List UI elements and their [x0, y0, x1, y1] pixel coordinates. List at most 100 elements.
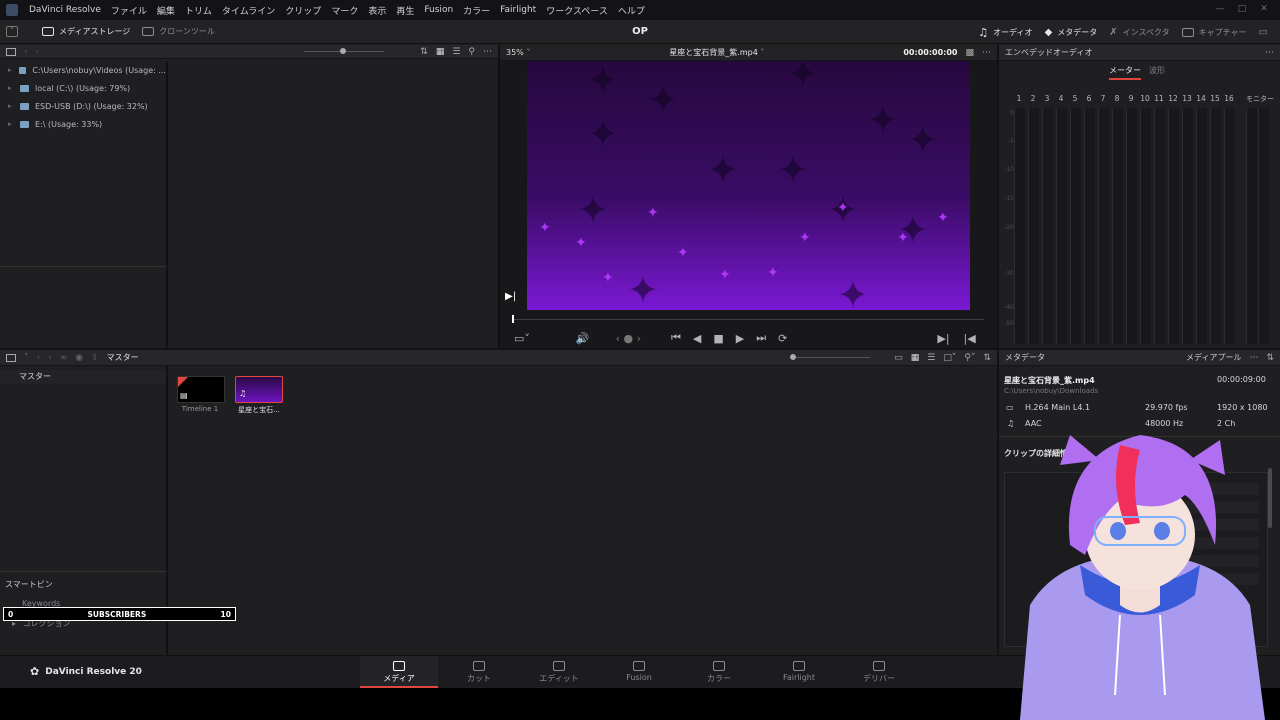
tab-cut[interactable]: カット	[440, 656, 518, 688]
chevron-right-icon[interactable]: ▸	[8, 120, 14, 128]
tab-color[interactable]: カラー	[680, 656, 758, 688]
close-icon[interactable]: ✕	[1258, 3, 1270, 15]
clone-tool-button[interactable]: クローンツール	[136, 20, 221, 44]
thumbnail-size-slider[interactable]	[304, 48, 385, 54]
play-icon[interactable]: ▶	[736, 332, 744, 345]
mark-out-icon[interactable]: ▶|	[937, 332, 949, 345]
inspector-button[interactable]: ✗ インスペクタ	[1103, 20, 1175, 44]
storage-item-e[interactable]: ▸ E:\ (Usage: 33%)	[0, 115, 166, 133]
storage-item-label: E:\ (Usage: 33%)	[35, 119, 103, 129]
maximize-icon[interactable]: □	[1236, 3, 1248, 15]
viewer-options-icon[interactable]: ▭˅	[514, 332, 530, 345]
viewer-left-divider[interactable]	[498, 45, 500, 348]
loop-icon[interactable]: ⟳	[778, 332, 787, 345]
viewer-frame[interactable]: ✦ ✦ ✦ ✦ ✦ ✦ ✦ ✦ ✦ ✦ ✦ ✦ ✦ ✦ ✦ ✦ ✦ ✦ ✦ ✦ …	[527, 61, 970, 310]
tab-meter[interactable]: メーター	[1109, 65, 1141, 80]
viewer-mode-icon[interactable]: ▩	[966, 48, 975, 58]
more-options-icon[interactable]: ⋯	[1249, 353, 1258, 363]
menu-workspace[interactable]: ワークスペース	[541, 4, 613, 17]
inspector-label: インスペクタ	[1122, 27, 1170, 37]
menu-clip[interactable]: クリップ	[280, 4, 326, 17]
play-head-marker-icon[interactable]: ▶|	[505, 291, 516, 302]
scrubber-playhead[interactable]	[512, 315, 514, 323]
slider-handle[interactable]	[790, 354, 797, 360]
chevron-right-icon[interactable]: ▸	[8, 84, 14, 92]
mark-in-icon[interactable]: |◀	[964, 332, 976, 345]
tab-waveform[interactable]: 波形	[1149, 65, 1165, 76]
star-shape: ✦	[647, 78, 679, 122]
forward-icon[interactable]: ›	[36, 47, 40, 57]
menu-timeline[interactable]: タイムライン	[217, 4, 280, 17]
storage-divider[interactable]	[166, 61, 168, 348]
list-view-icon[interactable]: ☰	[452, 47, 460, 57]
more-options-icon[interactable]: ⋯	[982, 48, 991, 58]
sort-icon[interactable]: ⇅	[1266, 353, 1274, 363]
menu-view[interactable]: 表示	[363, 4, 391, 17]
metadata-view-icon[interactable]: ▭	[894, 353, 903, 363]
menu-color[interactable]: カラー	[458, 4, 495, 17]
menu-file[interactable]: ファイル	[106, 4, 152, 17]
more-options-icon[interactable]: ⋯	[1265, 48, 1274, 58]
chevron-right-icon[interactable]: ▸	[8, 102, 14, 110]
menu-fairlight[interactable]: Fairlight	[495, 5, 541, 15]
storage-item-esd-usb[interactable]: ▸ ESD-USB (D:\) (Usage: 32%)	[0, 97, 166, 115]
stop-icon[interactable]: ■	[713, 332, 723, 345]
storage-item-videos[interactable]: ▸ C:\Users\nobuy\Videos (Usage: ...	[0, 61, 166, 79]
minimize-icon[interactable]: —	[1214, 3, 1226, 15]
menu-playback[interactable]: 再生	[391, 4, 419, 17]
capture-button[interactable]: キャプチャー	[1176, 20, 1253, 44]
tab-fusion[interactable]: Fusion	[600, 656, 678, 688]
viewer-scrubber[interactable]	[512, 319, 984, 320]
sort-icon[interactable]: ⇅	[983, 353, 991, 363]
capture-label: キャプチャー	[1198, 27, 1247, 37]
clip-name-dropdown[interactable]: 星座と宝石背景_紫.mp4 ˅	[669, 47, 764, 58]
menu-edit[interactable]: 編集	[152, 4, 180, 17]
go-to-start-icon[interactable]: ⏮	[671, 331, 681, 345]
search-icon[interactable]: ⚲	[468, 47, 475, 57]
workspace-dropdown[interactable]: ˅	[0, 20, 36, 44]
storage-item-local-c[interactable]: ▸ local (C:\) (Usage: 79%)	[0, 79, 166, 97]
sidebar-toggle-icon[interactable]	[6, 47, 16, 56]
media-storage-button[interactable]: メディアストレージ	[36, 20, 136, 44]
volume-icon[interactable]: 🔊	[576, 332, 590, 345]
upload-icon[interactable]: ⇧	[91, 353, 99, 363]
chevron-right-icon[interactable]: ▸	[8, 66, 13, 74]
grid-view-icon[interactable]: ▦	[436, 47, 445, 57]
menu-trim[interactable]: トリム	[180, 4, 217, 17]
bin-master[interactable]: マスター	[0, 370, 166, 384]
tab-fairlight[interactable]: Fairlight	[760, 656, 838, 688]
sidebar-toggle-icon[interactable]	[6, 353, 16, 362]
search-icon[interactable]: ⚲˅	[964, 353, 975, 363]
zoom-dropdown[interactable]: 35% ˅	[506, 48, 530, 57]
more-options-icon[interactable]: ⋯	[483, 47, 492, 57]
clip-thumbnail-timeline[interactable]: ▤	[177, 376, 225, 403]
menu-mark[interactable]: マーク	[326, 4, 363, 17]
tab-edit[interactable]: エディット	[520, 656, 598, 688]
menu-fusion[interactable]: Fusion	[419, 5, 458, 15]
back-icon[interactable]: ‹	[24, 47, 28, 57]
tab-media[interactable]: メディア	[360, 656, 438, 688]
pool-zoom-slider[interactable]	[790, 354, 871, 360]
slider-handle[interactable]	[340, 48, 347, 54]
comment-icon[interactable]: ◉	[75, 353, 83, 363]
link-icon[interactable]: ∞	[60, 353, 68, 363]
tab-deliver[interactable]: デリバー	[840, 656, 918, 688]
back-icon[interactable]: ‹	[37, 353, 41, 363]
menu-help[interactable]: ヘルプ	[613, 4, 650, 17]
jog-control-icon[interactable]: ‹ ● ›	[616, 332, 641, 345]
clip-thumbnail-video[interactable]: ♫	[235, 376, 283, 403]
grid-view-icon[interactable]: ▦	[911, 353, 920, 363]
star-shape: ✦	[777, 148, 809, 192]
clip-display-icon[interactable]: □˅	[943, 353, 956, 363]
meter-bar	[1168, 108, 1179, 344]
metadata-button[interactable]: ◆ メタデータ	[1039, 20, 1104, 44]
audio-button[interactable]: ♫ オーディオ	[972, 20, 1038, 44]
play-reverse-icon[interactable]: ◀	[693, 332, 701, 345]
settings-button[interactable]: ▭	[1253, 20, 1274, 44]
go-to-end-icon[interactable]: ⏭	[756, 331, 766, 345]
list-view-icon[interactable]: ☰	[927, 353, 935, 363]
viewer-transport: ▭˅ 🔊 ‹ ● › ⏮ ◀ ■ ▶ ⏭ ⟳ ▶| |◀	[514, 330, 976, 346]
forward-icon[interactable]: ›	[48, 353, 52, 363]
sort-icon[interactable]: ⇅	[420, 47, 428, 57]
chevron-down-icon[interactable]: ˅	[24, 353, 29, 363]
